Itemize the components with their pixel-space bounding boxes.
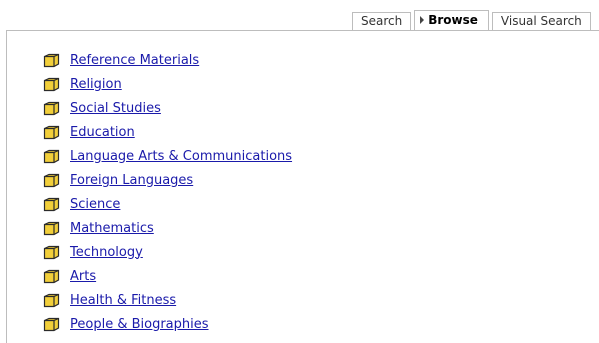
- tab-browse[interactable]: Browse: [414, 10, 489, 31]
- tab-visual-search[interactable]: Visual Search: [491, 12, 591, 31]
- category-link-health-fitness[interactable]: Health & Fitness: [70, 293, 176, 308]
- category-link-arts[interactable]: Arts: [70, 269, 96, 284]
- list-item: Education: [43, 120, 292, 144]
- folder-icon: [43, 101, 60, 115]
- category-link-foreign-languages[interactable]: Foreign Languages: [70, 173, 193, 188]
- category-link-science[interactable]: Science: [70, 197, 120, 212]
- folder-icon: [43, 269, 60, 283]
- tab-search[interactable]: Search: [352, 12, 412, 31]
- list-item: Language Arts & Communications: [43, 144, 292, 168]
- list-item: Foreign Languages: [43, 168, 292, 192]
- folder-icon: [43, 149, 60, 163]
- category-link-mathematics[interactable]: Mathematics: [70, 221, 154, 236]
- category-link-technology[interactable]: Technology: [70, 245, 143, 260]
- category-link-people-biographies[interactable]: People & Biographies: [70, 317, 209, 332]
- list-item: Social Studies: [43, 96, 292, 120]
- tab-active-arrow-icon: [420, 16, 425, 24]
- folder-icon: [43, 245, 60, 259]
- category-link-language-arts[interactable]: Language Arts & Communications: [70, 149, 292, 164]
- list-item: People & Biographies: [43, 312, 292, 336]
- category-list: Reference Materials Religion Social Stud…: [43, 48, 292, 336]
- folder-icon: [43, 125, 60, 139]
- list-item: Science: [43, 192, 292, 216]
- folder-icon: [43, 77, 60, 91]
- list-item: Technology: [43, 240, 292, 264]
- browse-panel: Reference Materials Religion Social Stud…: [6, 30, 599, 343]
- category-link-education[interactable]: Education: [70, 125, 135, 140]
- list-item: Mathematics: [43, 216, 292, 240]
- category-link-social-studies[interactable]: Social Studies: [70, 101, 161, 116]
- folder-icon: [43, 317, 60, 331]
- tab-bar: Search Browse Visual Search: [352, 10, 591, 31]
- list-item: Reference Materials: [43, 48, 292, 72]
- list-item: Religion: [43, 72, 292, 96]
- folder-icon: [43, 221, 60, 235]
- category-link-reference-materials[interactable]: Reference Materials: [70, 53, 199, 68]
- list-item: Health & Fitness: [43, 288, 292, 312]
- folder-icon: [43, 53, 60, 67]
- folder-icon: [43, 197, 60, 211]
- folder-icon: [43, 173, 60, 187]
- folder-icon: [43, 293, 60, 307]
- tab-browse-label: Browse: [428, 13, 478, 27]
- list-item: Arts: [43, 264, 292, 288]
- category-link-religion[interactable]: Religion: [70, 77, 122, 92]
